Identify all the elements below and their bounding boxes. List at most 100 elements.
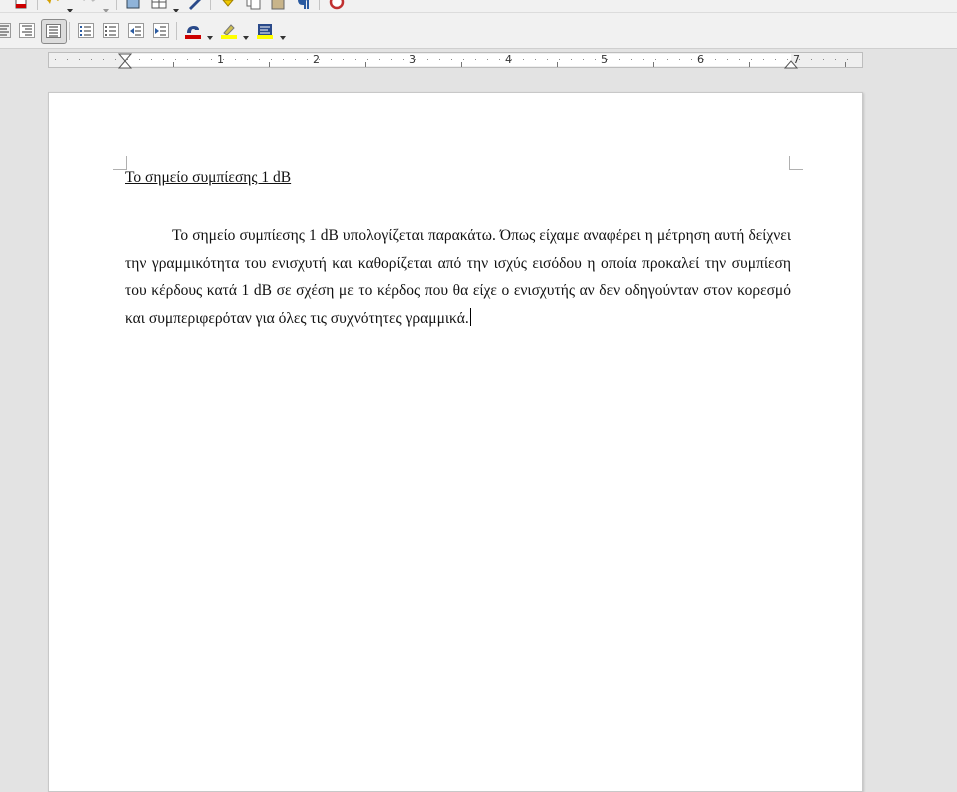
ruler-dot: [331, 59, 332, 60]
ruler-dot: [703, 59, 704, 60]
ruler-dot: [103, 59, 104, 60]
horizontal-ruler[interactable]: 1234567: [48, 52, 863, 69]
ruler-dot: [775, 59, 776, 60]
background-color-icon[interactable]: [256, 22, 274, 40]
ruler-dot: [559, 59, 560, 60]
ruler-dot: [523, 59, 524, 60]
ruler-dot: [511, 59, 512, 60]
ruler-dot: [403, 59, 404, 60]
separator: [210, 0, 211, 10]
ruler-dot: [499, 59, 500, 60]
ruler-dot: [379, 59, 380, 60]
text-boundary-corner: [113, 156, 127, 170]
image-icon[interactable]: [124, 0, 142, 11]
ruler-tick: [557, 62, 558, 67]
ruler-tick: [365, 62, 366, 67]
highlight-color-icon[interactable]: [220, 22, 238, 40]
ruler-number: 4: [505, 53, 512, 66]
ruler-dot: [259, 59, 260, 60]
ruler-number: 2: [313, 53, 320, 66]
justify-icon: [46, 24, 61, 38]
table-icon[interactable]: [150, 0, 168, 11]
ruler-dot: [391, 59, 392, 60]
ruler-dot: [439, 59, 440, 60]
ruler-dot: [751, 59, 752, 60]
copy-icon[interactable]: [244, 0, 262, 11]
ruler-dot: [271, 59, 272, 60]
ruler-text-area: [124, 54, 791, 66]
ruler-dot: [823, 59, 824, 60]
undo-dropdown-icon[interactable]: [66, 0, 74, 12]
paragraph-text[interactable]: Το σημείο συμπίεσης 1 dB υπολογίζεται πα…: [125, 227, 791, 327]
ruler-dot: [235, 59, 236, 60]
bullet-list-icon[interactable]: [102, 22, 120, 40]
highlight-color-dropdown-icon[interactable]: [242, 27, 250, 40]
ruler-dot: [607, 59, 608, 60]
ruler-dot: [487, 59, 488, 60]
ruler-dot: [799, 59, 800, 60]
redo-dropdown-icon[interactable]: [102, 0, 110, 12]
document-page[interactable]: Το σημείο συμπίεσης 1 dB Το σημείο συμπί…: [48, 92, 863, 792]
ruler-dot: [295, 59, 296, 60]
justify-button[interactable]: [41, 19, 67, 44]
export-pdf-icon[interactable]: [12, 0, 30, 11]
ruler-dot: [283, 59, 284, 60]
ruler-dot: [451, 59, 452, 60]
ruler-dot: [715, 59, 716, 60]
ruler-dot: [835, 59, 836, 60]
ruler-dot: [247, 59, 248, 60]
paste-icon[interactable]: [269, 0, 287, 11]
ruler-number: 6: [697, 53, 704, 66]
align-right-icon[interactable]: [18, 22, 36, 40]
ruler-dot: [763, 59, 764, 60]
document-heading[interactable]: Το σημείο συμπίεσης 1 dB: [125, 169, 291, 187]
ruler-dot: [427, 59, 428, 60]
draw-icon[interactable]: [186, 0, 204, 11]
ruler-dot: [643, 59, 644, 60]
font-color-dropdown-icon[interactable]: [206, 27, 214, 40]
ruler-dot: [343, 59, 344, 60]
help-icon[interactable]: [328, 0, 346, 11]
ruler-tick: [461, 62, 462, 67]
ruler-dot: [679, 59, 680, 60]
font-color-icon[interactable]: [184, 22, 202, 40]
ruler-dot: [547, 59, 548, 60]
text-boundary-corner: [789, 156, 803, 170]
separator: [37, 0, 38, 10]
ruler-number: 5: [601, 53, 608, 66]
ruler-dot: [67, 59, 68, 60]
numbered-list-icon[interactable]: [77, 22, 95, 40]
background-color-dropdown-icon[interactable]: [279, 27, 287, 40]
redo-icon[interactable]: [80, 0, 98, 10]
highlight-icon[interactable]: [219, 0, 237, 11]
ruler-tick: [653, 62, 654, 67]
text-cursor: [469, 307, 471, 326]
ruler-dot: [79, 59, 80, 60]
ruler-dot: [463, 59, 464, 60]
ruler-dot: [535, 59, 536, 60]
separator: [319, 0, 320, 10]
ruler-tick: [173, 62, 174, 67]
ruler-dot: [631, 59, 632, 60]
align-center-icon[interactable]: [0, 22, 12, 40]
ruler-number: 1: [217, 53, 224, 66]
ruler-dot: [583, 59, 584, 60]
ruler-dot: [667, 59, 668, 60]
increase-indent-icon[interactable]: [152, 22, 170, 40]
paragraph-mark-icon[interactable]: [294, 0, 312, 11]
ruler-dot: [151, 59, 152, 60]
undo-icon[interactable]: [44, 0, 62, 10]
table-dropdown-icon[interactable]: [172, 0, 180, 12]
ruler-dot: [139, 59, 140, 60]
standard-toolbar: [0, 0, 957, 13]
ruler-dot: [655, 59, 656, 60]
decrease-indent-icon[interactable]: [127, 22, 145, 40]
ruler-dot: [199, 59, 200, 60]
document-paragraph[interactable]: Το σημείο συμπίεσης 1 dB υπολογίζεται πα…: [125, 222, 791, 332]
right-indent-marker[interactable]: [784, 53, 798, 69]
separator: [69, 22, 70, 40]
ruler-dot: [55, 59, 56, 60]
ruler-dot: [91, 59, 92, 60]
first-line-indent-marker[interactable]: [118, 53, 132, 69]
ruler-dot: [571, 59, 572, 60]
